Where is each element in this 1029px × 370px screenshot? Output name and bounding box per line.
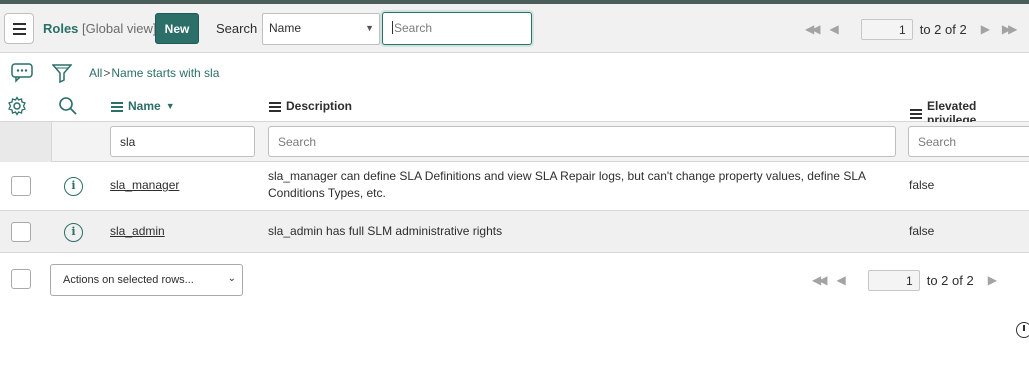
- row-elevated-privilege: false: [909, 224, 935, 238]
- column-menu-icon[interactable]: [910, 108, 922, 119]
- text-cursor: [392, 21, 393, 34]
- elevated-filter-input[interactable]: Search: [908, 126, 1029, 157]
- first-page-icon[interactable]: ◀◀: [812, 273, 828, 287]
- page-range-text: to 2 of 2: [919, 21, 967, 37]
- new-button[interactable]: New: [155, 13, 199, 44]
- table-title: Roles: [43, 21, 79, 36]
- search-field-select[interactable]: Name ▼: [262, 13, 380, 45]
- info-icon[interactable]: i: [64, 177, 83, 196]
- page-number-input[interactable]: 1: [860, 18, 913, 40]
- actions-select[interactable]: Actions on selected rows... ⌄: [50, 264, 243, 296]
- row-description: sla_manager can define SLA Definitions a…: [268, 169, 866, 200]
- list-menu-icon[interactable]: [4, 13, 34, 44]
- column-label: Name: [128, 99, 161, 113]
- row-name-link[interactable]: sla_admin: [110, 224, 165, 238]
- search-label: Search: [216, 21, 258, 36]
- breadcrumb-all[interactable]: All: [89, 66, 102, 80]
- actions-label: Actions on selected rows...: [63, 274, 194, 286]
- info-icon[interactable]: i: [64, 223, 83, 242]
- previous-page-icon[interactable]: ◀: [836, 273, 845, 287]
- chevron-down-icon: ⌄: [227, 273, 236, 284]
- select-all-checkbox[interactable]: [11, 269, 31, 289]
- response-time-icon[interactable]: [1016, 322, 1029, 338]
- top-pager: ◀◀ ◀ 1 to 2 of 2 ▶ ▶▶: [805, 18, 1018, 40]
- page-number-input[interactable]: 1: [867, 269, 920, 291]
- table-row: i sla_admin sla_admin has full SLM admin…: [0, 211, 1029, 253]
- row-name-link[interactable]: sla_manager: [110, 178, 179, 192]
- last-page-icon[interactable]: ▶▶: [1002, 22, 1018, 36]
- search-columns-icon[interactable]: [58, 96, 78, 119]
- list-header: Roles [Global view] New Search Name ▼ Se…: [0, 4, 1029, 53]
- list-title: Roles [Global view]: [43, 21, 156, 36]
- view-name: [Global view]: [82, 21, 157, 36]
- sort-descending-icon: ▼: [165, 101, 175, 111]
- search-field-value: Name: [269, 21, 302, 35]
- breadcrumb-filter[interactable]: Name starts with sla: [111, 66, 219, 80]
- column-header-description[interactable]: Description: [269, 99, 352, 113]
- row-checkbox[interactable]: [11, 222, 31, 242]
- breadcrumb-bar: All>Name starts with sla: [0, 60, 1029, 88]
- next-page-icon[interactable]: ▶: [988, 273, 997, 287]
- breadcrumb: All>Name starts with sla: [89, 66, 219, 80]
- row-description: sla_admin has full SLM administrative ri…: [268, 224, 503, 238]
- first-page-icon[interactable]: ◀◀: [805, 22, 821, 36]
- row-elevated-privilege: false: [909, 178, 935, 192]
- row-checkbox[interactable]: [11, 176, 31, 196]
- column-header-name[interactable]: Name ▼: [111, 99, 175, 113]
- table-row: i sla_manager sla_manager can define SLA…: [0, 162, 1029, 211]
- dropdown-arrow-icon: ▼: [365, 23, 374, 33]
- next-page-icon[interactable]: ▶: [981, 22, 990, 36]
- previous-page-icon[interactable]: ◀: [829, 22, 838, 36]
- column-label: Description: [286, 99, 353, 113]
- search-input[interactable]: Search: [382, 12, 532, 45]
- name-filter-input[interactable]: sla: [110, 126, 255, 157]
- filter-funnel-icon[interactable]: [51, 63, 73, 86]
- personalize-list-gear-icon[interactable]: [7, 96, 27, 119]
- activity-stream-icon[interactable]: [11, 63, 33, 86]
- page-range-text: to 2 of 2: [926, 272, 974, 288]
- column-menu-icon[interactable]: [269, 101, 281, 112]
- search-placeholder: Search: [394, 21, 433, 35]
- filter-row-spacer: [0, 122, 52, 162]
- column-menu-icon[interactable]: [111, 101, 123, 112]
- bottom-pager: ◀◀ ◀ 1 to 2 of 2 ▶: [812, 269, 997, 291]
- description-filter-input[interactable]: Search: [268, 126, 896, 157]
- column-filter-row: sla Search Search: [0, 122, 1029, 162]
- column-header-row: Name ▼ Description Elevated privilege: [0, 92, 1029, 127]
- breadcrumb-separator: >: [103, 66, 111, 80]
